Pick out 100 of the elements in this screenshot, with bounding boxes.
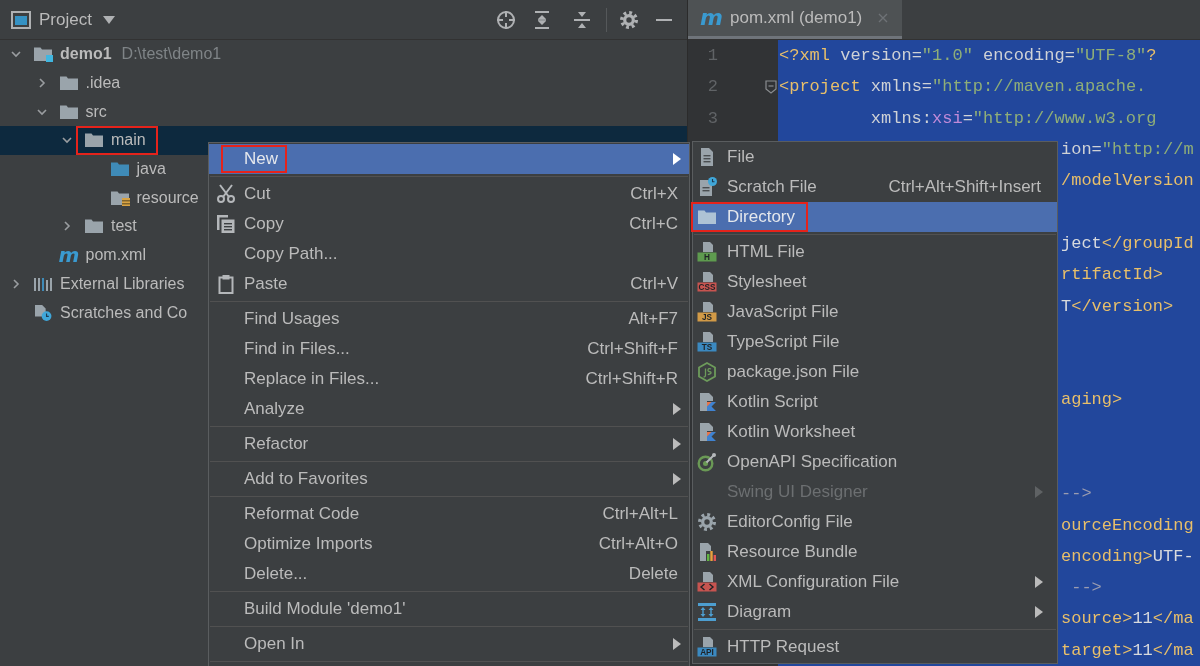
chevron-right-icon[interactable] [36, 78, 47, 89]
keyboard-shortcut: Ctrl+Alt+O [598, 534, 678, 554]
bars-icon [33, 275, 53, 292]
tree-item[interactable]: resource [0, 183, 205, 213]
menu-item[interactable]: File [693, 142, 1057, 172]
menu-item[interactable]: Build Module 'demo1' [209, 594, 689, 624]
fold-marker-icon[interactable] [765, 79, 777, 94]
keyboard-shortcut: Ctrl+Shift+F [587, 339, 678, 359]
scissors-icon [216, 184, 236, 204]
menu-item[interactable]: New [209, 144, 689, 174]
menu-item[interactable]: Directory [693, 202, 1057, 232]
tree-item[interactable]: m pom.xml [0, 240, 152, 270]
script-icon [697, 422, 717, 442]
tree-item[interactable]: External Libraries [0, 269, 191, 299]
code-line: ject</groupId [1061, 233, 1194, 253]
collapse-all-icon[interactable] [572, 9, 592, 30]
menu-item[interactable]: Find in Files... Ctrl+Shift+F [209, 334, 689, 364]
code-line: --> [1061, 484, 1092, 504]
menu-item[interactable]: XML Configuration File [693, 567, 1057, 597]
menu-item[interactable]: Replace in Files... Ctrl+Shift+R [209, 364, 689, 394]
code-line: T</version> [1061, 296, 1174, 316]
code-line: target>11</ma [1061, 640, 1194, 660]
diagram-icon [697, 602, 717, 622]
menu-item[interactable]: Optimize Imports Ctrl+Alt+O [209, 529, 689, 559]
file-type-icon: m [58, 245, 79, 266]
menu-item[interactable]: Delete... Delete [209, 559, 689, 589]
tree-item[interactable]: demo1 D:\test\demo1 [0, 40, 228, 69]
code-line: aging> [1061, 390, 1123, 410]
menu-item[interactable]: Resource Bundle [693, 537, 1057, 567]
menu-item[interactable]: Find Usages Alt+F7 [209, 304, 689, 334]
chart-file-icon [697, 542, 717, 562]
chevron-down-icon[interactable] [62, 135, 72, 146]
window-icon [11, 9, 31, 30]
code-line: ourceEncoding [1061, 515, 1194, 535]
tree-item[interactable]: Scratches and Co [0, 298, 194, 327]
tree-item[interactable]: test [0, 212, 143, 241]
code-line: source>11</ma [1061, 609, 1194, 629]
caret-icon [102, 15, 115, 24]
script-icon [697, 392, 717, 412]
chevron-right-icon[interactable] [62, 221, 72, 232]
xml-file-icon [697, 572, 717, 592]
menu-item[interactable]: API HTTP Request [693, 632, 1057, 662]
tree-item[interactable]: java [0, 154, 172, 184]
keyboard-shortcut: Ctrl+V [630, 274, 678, 294]
menu-item[interactable]: JS JavaScript File [693, 297, 1057, 327]
folder-icon [58, 75, 79, 92]
code-line: rtifactId> [1061, 265, 1164, 285]
code-line: encoding>UTF- [1061, 546, 1194, 566]
dial-icon [697, 452, 717, 472]
menu-item[interactable]: Paste Ctrl+V [209, 269, 689, 299]
copy-icon [216, 214, 236, 234]
chevron-down-icon[interactable] [11, 49, 21, 60]
keyboard-shortcut: Ctrl+Alt+L [602, 504, 678, 524]
file-clock-icon [33, 304, 53, 321]
editor-tab[interactable]: m pom.xml (demo1) [688, 0, 903, 39]
menu-item[interactable]: Copy Ctrl+C [209, 209, 689, 239]
menu-item[interactable]: Add to Favorites [209, 464, 689, 494]
gear-icon [697, 512, 717, 532]
code-line: /modelVersion [1061, 171, 1194, 191]
menu-item[interactable]: Refactor [209, 429, 689, 459]
keyboard-shortcut: Alt+F7 [628, 309, 678, 329]
menu-item[interactable]: H HTML File [693, 237, 1057, 267]
view-dropdown[interactable]: Project [39, 9, 115, 30]
menu-item[interactable]: TS TypeScript File [693, 327, 1057, 357]
menu-item[interactable]: Analyze [209, 394, 689, 424]
folder-icon [58, 103, 79, 120]
keyboard-shortcut: Ctrl+X [630, 184, 678, 204]
menu-item[interactable]: Diagram [693, 597, 1057, 627]
folder-icon [84, 132, 104, 149]
file-type-icon: m [700, 8, 722, 28]
crosshair-icon[interactable] [496, 9, 516, 30]
path-label: D:\test\demo1 [121, 45, 222, 64]
code-line: --> [1070, 578, 1102, 598]
menu-item[interactable]: Kotlin Worksheet [693, 417, 1057, 447]
expand-all-icon[interactable] [532, 9, 552, 30]
folder-icon [109, 161, 130, 178]
menu-item[interactable]: Kotlin Script [693, 387, 1057, 417]
menu-item[interactable]: Reformat Code Ctrl+Alt+L [209, 499, 689, 529]
keyboard-shortcut: Ctrl+C [629, 214, 678, 234]
keyboard-shortcut: Delete [628, 564, 678, 584]
chevron-down-icon[interactable] [36, 106, 47, 117]
menu-item[interactable]: Open In [209, 629, 689, 659]
menu-item[interactable]: Copy Path... [209, 239, 689, 269]
tree-item[interactable]: .idea [0, 68, 127, 98]
clipboard-icon [216, 274, 236, 294]
chevron-right-icon[interactable] [11, 278, 21, 289]
menu-item[interactable]: Cut Ctrl+X [209, 179, 689, 209]
folder-icon [84, 218, 104, 235]
menu-item[interactable]: EditorConfig File [693, 507, 1057, 537]
folder-icon [33, 46, 53, 63]
tree-item[interactable]: src [0, 97, 113, 127]
code-line: <?xml version="1.0" encoding="UTF-8"? [779, 46, 1157, 66]
menu-item[interactable]: package.json File [693, 357, 1057, 387]
menu-item[interactable]: Scratch File Ctrl+Alt+Shift+Insert [693, 172, 1057, 202]
keyboard-shortcut: Ctrl+Alt+Shift+Insert [888, 177, 1041, 197]
menu-item[interactable]: OpenAPI Specification [693, 447, 1057, 477]
hexagon-icon [697, 362, 717, 382]
menu-item[interactable]: CSS Stylesheet [693, 267, 1057, 297]
keyboard-shortcut: Ctrl+Shift+R [585, 369, 678, 389]
settings-icon[interactable] [619, 9, 639, 30]
